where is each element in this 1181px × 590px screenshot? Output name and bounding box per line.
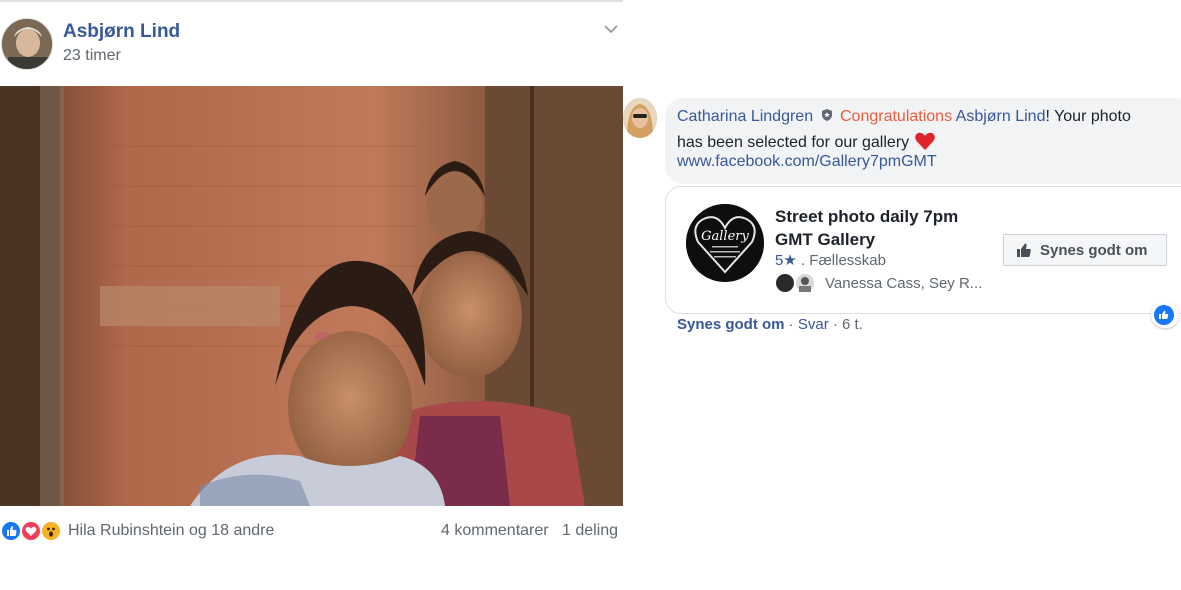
comment-like-badge[interactable]: [1151, 302, 1179, 328]
shares-count[interactable]: 1 deling: [562, 522, 618, 540]
separator: ·: [784, 316, 798, 333]
wow-icon: [40, 520, 62, 542]
gallery-logo[interactable]: Gallery: [686, 204, 764, 282]
like-icon: [0, 520, 22, 542]
author-name[interactable]: Asbjørn Lind: [63, 21, 180, 43]
comment-like-link[interactable]: Synes godt om: [677, 316, 785, 333]
page-title[interactable]: Street photo daily 7pm GMT Gallery: [775, 205, 995, 251]
comment-actions: Synes godt om · Svar · 6 t.: [677, 316, 863, 333]
comment-text-tail: ! Your photo: [1045, 108, 1131, 125]
friends-names: Vanessa Cass, Sey R...: [825, 275, 983, 292]
comments-count[interactable]: 4 kommentarer: [441, 522, 549, 540]
love-icon: [20, 520, 42, 542]
friend-avatar: [775, 273, 795, 293]
shield-badge-icon: [820, 108, 834, 122]
heart-emoji-icon: [914, 131, 936, 151]
comment-bubble: Catharina Lindgren Congratulations Asbjø…: [665, 98, 1181, 184]
gallery-link[interactable]: www.facebook.com/Gallery7pmGMT: [677, 153, 937, 171]
reaction-bar: Hila Rubinshtein og 18 andre 4 kommentar…: [0, 514, 623, 550]
post-card: Asbjørn Lind 23 timer Hila Rubinshtein o…: [0, 0, 623, 590]
comment: Catharina Lindgren Congratulations Asbjø…: [623, 0, 1181, 590]
commenter-name[interactable]: Catharina Lindgren: [677, 108, 813, 125]
page-rating: 5★ . Fællesskab: [775, 251, 886, 269]
post-header: Asbjørn Lind 23 timer: [0, 2, 623, 86]
author-avatar[interactable]: [1, 18, 53, 70]
like-page-label: Synes godt om: [1040, 242, 1148, 259]
reaction-summary[interactable]: Hila Rubinshtein og 18 andre: [68, 522, 274, 540]
post-timestamp[interactable]: 23 timer: [63, 47, 121, 65]
comment-line-1: Catharina Lindgren Congratulations Asbjø…: [677, 108, 1131, 126]
like-page-button[interactable]: Synes godt om: [1003, 234, 1167, 266]
comment-text: has been selected for our gallery: [677, 134, 910, 151]
thumbs-up-icon: [1016, 242, 1032, 258]
friend-avatar: [795, 273, 815, 293]
star-icon: ★: [783, 252, 797, 269]
post-photo[interactable]: [0, 86, 623, 506]
mention-link[interactable]: Asbjørn Lind: [956, 108, 1046, 125]
reaction-icons[interactable]: [0, 520, 66, 542]
commenter-avatar[interactable]: [623, 98, 657, 138]
reply-link[interactable]: Svar: [798, 316, 829, 333]
chevron-down-icon[interactable]: [600, 19, 622, 39]
page-category: . Fællesskab: [800, 252, 886, 269]
page-preview-card[interactable]: Gallery Street photo daily 7pm GMT Galle…: [665, 186, 1181, 314]
congrats-text: Congratulations: [840, 108, 953, 125]
comment-time[interactable]: 6 t.: [842, 316, 863, 333]
comment-line-2: has been selected for our gallery: [677, 131, 936, 152]
svg-text:Gallery: Gallery: [701, 229, 749, 244]
separator: ·: [828, 316, 843, 333]
